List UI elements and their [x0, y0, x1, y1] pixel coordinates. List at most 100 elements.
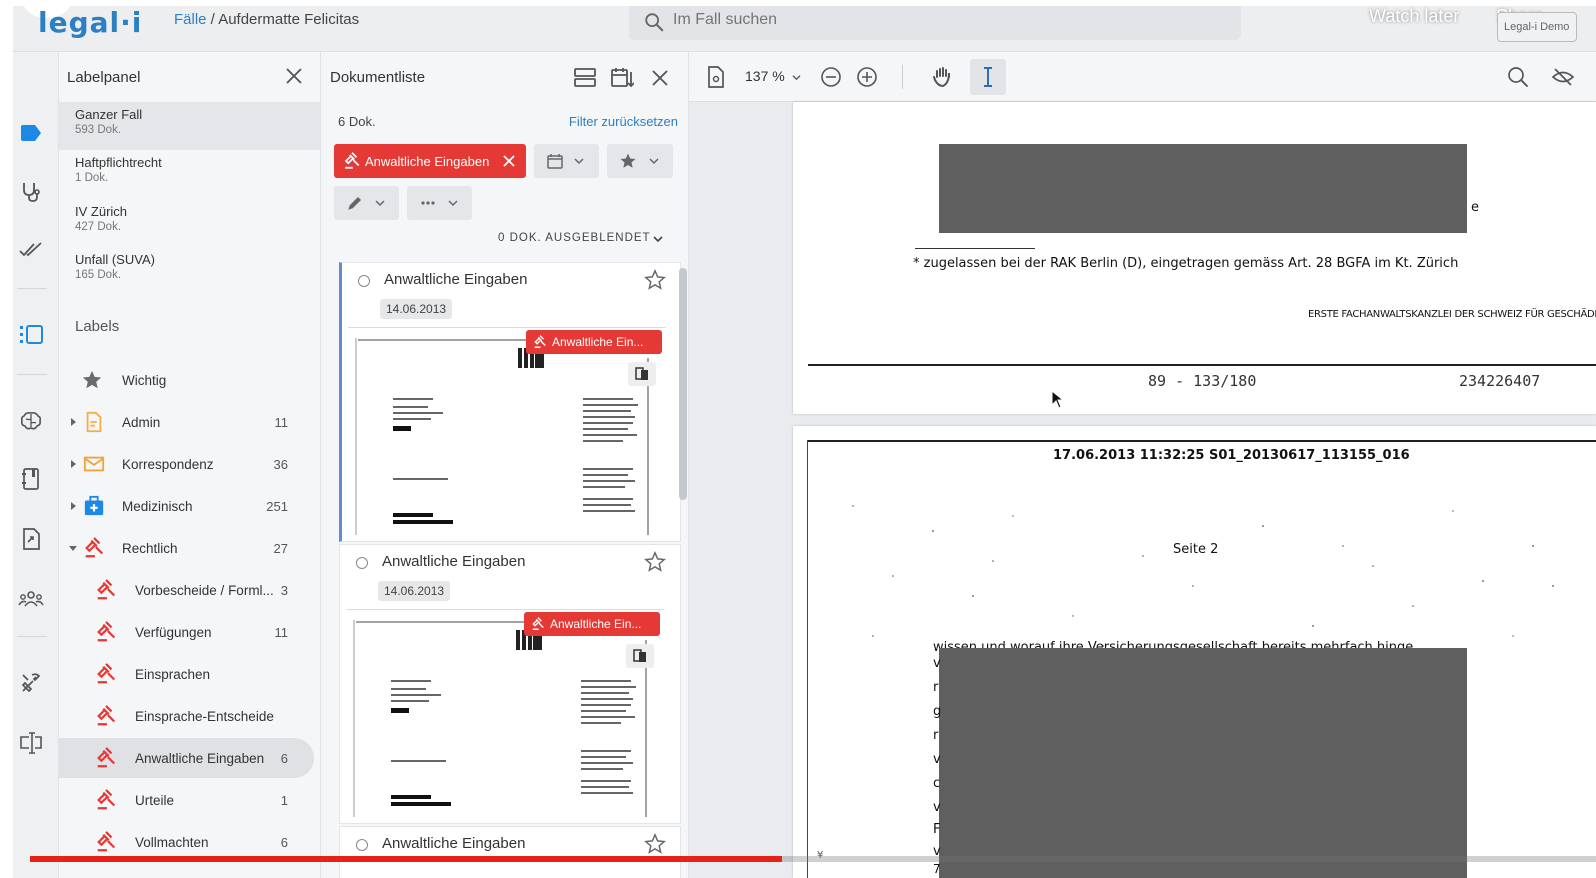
- document-page[interactable]: e * zugelassen bei der RAK Berlin (D), e…: [793, 102, 1596, 414]
- label-count: 251: [266, 498, 288, 514]
- date-filter-button[interactable]: [534, 144, 599, 178]
- open-document-button[interactable]: [628, 362, 656, 386]
- label-count: 3: [280, 582, 288, 598]
- close-icon[interactable]: [282, 64, 306, 88]
- select-radio[interactable]: [356, 557, 368, 569]
- watch-later-button[interactable]: Watch later: [1369, 6, 1459, 27]
- case-item-ganzer-fall[interactable]: Ganzer Fall 593 Dok.: [59, 102, 320, 150]
- chevron-down-icon: [448, 200, 458, 207]
- document-card[interactable]: Anwaltliche Eingaben 14.06.2013 Anwaltli…: [339, 544, 681, 824]
- caret-right-icon[interactable]: [68, 459, 78, 469]
- label-tag[interactable]: Anwaltliche Ein...: [524, 612, 660, 636]
- brain-icon[interactable]: [18, 408, 44, 434]
- label-item-rechtlich[interactable]: Rechtlich 27: [59, 528, 314, 568]
- team-icon[interactable]: [18, 586, 44, 612]
- zoom-in-icon[interactable]: [855, 65, 879, 89]
- user-menu[interactable]: Legal-i Demo: [1497, 12, 1577, 42]
- filter-reset-link[interactable]: Filter zurücksetzen: [569, 114, 678, 129]
- star-outline-icon[interactable]: [644, 269, 666, 291]
- label-tag-text: Anwaltliche Ein...: [552, 335, 644, 349]
- page-fit-icon[interactable]: [704, 65, 728, 89]
- calendar-sort-icon[interactable]: [610, 66, 634, 90]
- top-bar: legal·i Fälle / Aufdermatte Felicitas Wa…: [13, 6, 1596, 52]
- caret-down-icon[interactable]: [68, 543, 78, 553]
- label-item-einsprache-entscheide[interactable]: Einsprache-Entscheide: [59, 696, 314, 736]
- label-tag[interactable]: Anwaltliche Ein...: [526, 330, 662, 354]
- more-horizontal-icon: [421, 201, 435, 205]
- document-card[interactable]: Anwaltliche Eingaben 14.06.2013 Anwaltli…: [339, 262, 681, 542]
- firm-slogan: ERSTE FACHANWALTSKANZLEI DER SCHWEIZ FÜR…: [1308, 309, 1596, 320]
- document-thumbnail[interactable]: Anwaltliche Ein...: [348, 327, 666, 535]
- label-item-verfuegungen[interactable]: Verfügungen 11: [59, 612, 314, 652]
- label-panel: Labelpanel Ganzer Fall 593 Dok. Haftpfli…: [59, 52, 321, 878]
- zoom-out-icon[interactable]: [819, 65, 843, 89]
- icon-rail: [13, 52, 59, 878]
- label-count: 36: [273, 456, 288, 472]
- case-item-unfall-suva[interactable]: Unfall (SUVA) 165 Dok.: [59, 247, 320, 295]
- search-icon[interactable]: [1506, 65, 1530, 89]
- label-count: 11: [274, 624, 289, 640]
- case-item-iv-zuerich[interactable]: IV Zürich 427 Dok.: [59, 199, 320, 247]
- star-outline-icon[interactable]: [644, 833, 666, 855]
- document-page[interactable]: 17.06.2013 11:32:25 S01_20130617_113155_…: [793, 426, 1596, 878]
- document-card[interactable]: Anwaltliche Eingaben: [339, 826, 681, 878]
- label-count: 6: [280, 834, 288, 850]
- active-filter-chip[interactable]: Anwaltliche Eingaben: [334, 144, 526, 178]
- gavel-icon: [97, 579, 116, 600]
- view-toggle-icon[interactable]: [573, 66, 597, 90]
- case-search[interactable]: [629, 6, 1241, 40]
- hidden-documents-toggle[interactable]: 0 DOK. AUSGEBLENDET: [498, 232, 663, 244]
- case-name: Unfall (SUVA): [75, 252, 155, 267]
- label-item-medizinisch[interactable]: Medizinisch 251: [59, 486, 314, 526]
- label-item-admin[interactable]: Admin 11: [59, 402, 314, 442]
- redaction-block: [939, 648, 1467, 878]
- zoom-select[interactable]: 137 %: [745, 68, 801, 84]
- visibility-off-icon[interactable]: [1551, 65, 1575, 89]
- more-filter-button[interactable]: [407, 186, 472, 220]
- scan-edge-line: [807, 440, 1596, 442]
- select-radio[interactable]: [358, 275, 370, 287]
- double-check-icon[interactable]: [18, 237, 44, 263]
- margin-char: F: [933, 822, 941, 837]
- label-item-einsprachen[interactable]: Einsprachen: [59, 654, 314, 694]
- caret-right-icon[interactable]: [68, 417, 78, 427]
- text-cursor-box-icon[interactable]: [18, 730, 44, 756]
- stethoscope-icon[interactable]: [18, 179, 44, 205]
- edit-filter-button[interactable]: [334, 186, 399, 220]
- gavel-icon: [97, 831, 116, 852]
- mouse-cursor-icon: [1051, 390, 1065, 409]
- rail-divider: [17, 374, 47, 375]
- tools-icon[interactable]: [18, 670, 44, 696]
- video-progress-fill: [30, 856, 782, 862]
- notebook-icon[interactable]: [18, 466, 44, 492]
- list-panel-icon[interactable]: [18, 322, 44, 348]
- label-icon[interactable]: [18, 120, 44, 146]
- caret-right-icon[interactable]: [68, 501, 78, 511]
- label-item-urteile[interactable]: Urteile 1: [59, 780, 314, 820]
- case-name: Ganzer Fall: [75, 107, 143, 122]
- search-input[interactable]: [673, 11, 1073, 29]
- document-pages-icon: [635, 367, 648, 380]
- star-filter-button[interactable]: [607, 144, 673, 178]
- label-item-wichtig[interactable]: Wichtig: [59, 360, 314, 400]
- hand-pan-icon[interactable]: [931, 65, 955, 89]
- label-tag-text: Anwaltliche Ein...: [550, 617, 642, 631]
- case-item-haftpflichtrecht[interactable]: Haftpflichtrecht 1 Dok.: [59, 150, 320, 198]
- app-logo[interactable]: legal·i: [38, 6, 142, 39]
- remove-filter-icon[interactable]: [502, 154, 516, 168]
- select-radio[interactable]: [356, 839, 368, 851]
- document-list-scrollbar[interactable]: [679, 268, 687, 500]
- label-item-anwaltliche-eingaben[interactable]: Anwaltliche Eingaben 6: [59, 738, 314, 778]
- label-item-korrespondenz[interactable]: Korrespondenz 36: [59, 444, 314, 484]
- document-export-icon[interactable]: [18, 526, 44, 552]
- breadcrumb-cases-link[interactable]: Fälle: [174, 11, 207, 28]
- video-progress-bar[interactable]: [30, 856, 1596, 862]
- gavel-icon: [344, 152, 360, 169]
- open-document-button[interactable]: [626, 644, 654, 668]
- label-item-vorbescheide[interactable]: Vorbescheide / Forml... 3: [59, 570, 314, 610]
- close-icon[interactable]: [648, 66, 672, 90]
- star-outline-icon[interactable]: [644, 551, 666, 573]
- document-thumbnail[interactable]: Anwaltliche Ein...: [346, 609, 664, 817]
- letter-thumbnail-graphic: [355, 338, 649, 535]
- text-select-tool[interactable]: [970, 59, 1006, 95]
